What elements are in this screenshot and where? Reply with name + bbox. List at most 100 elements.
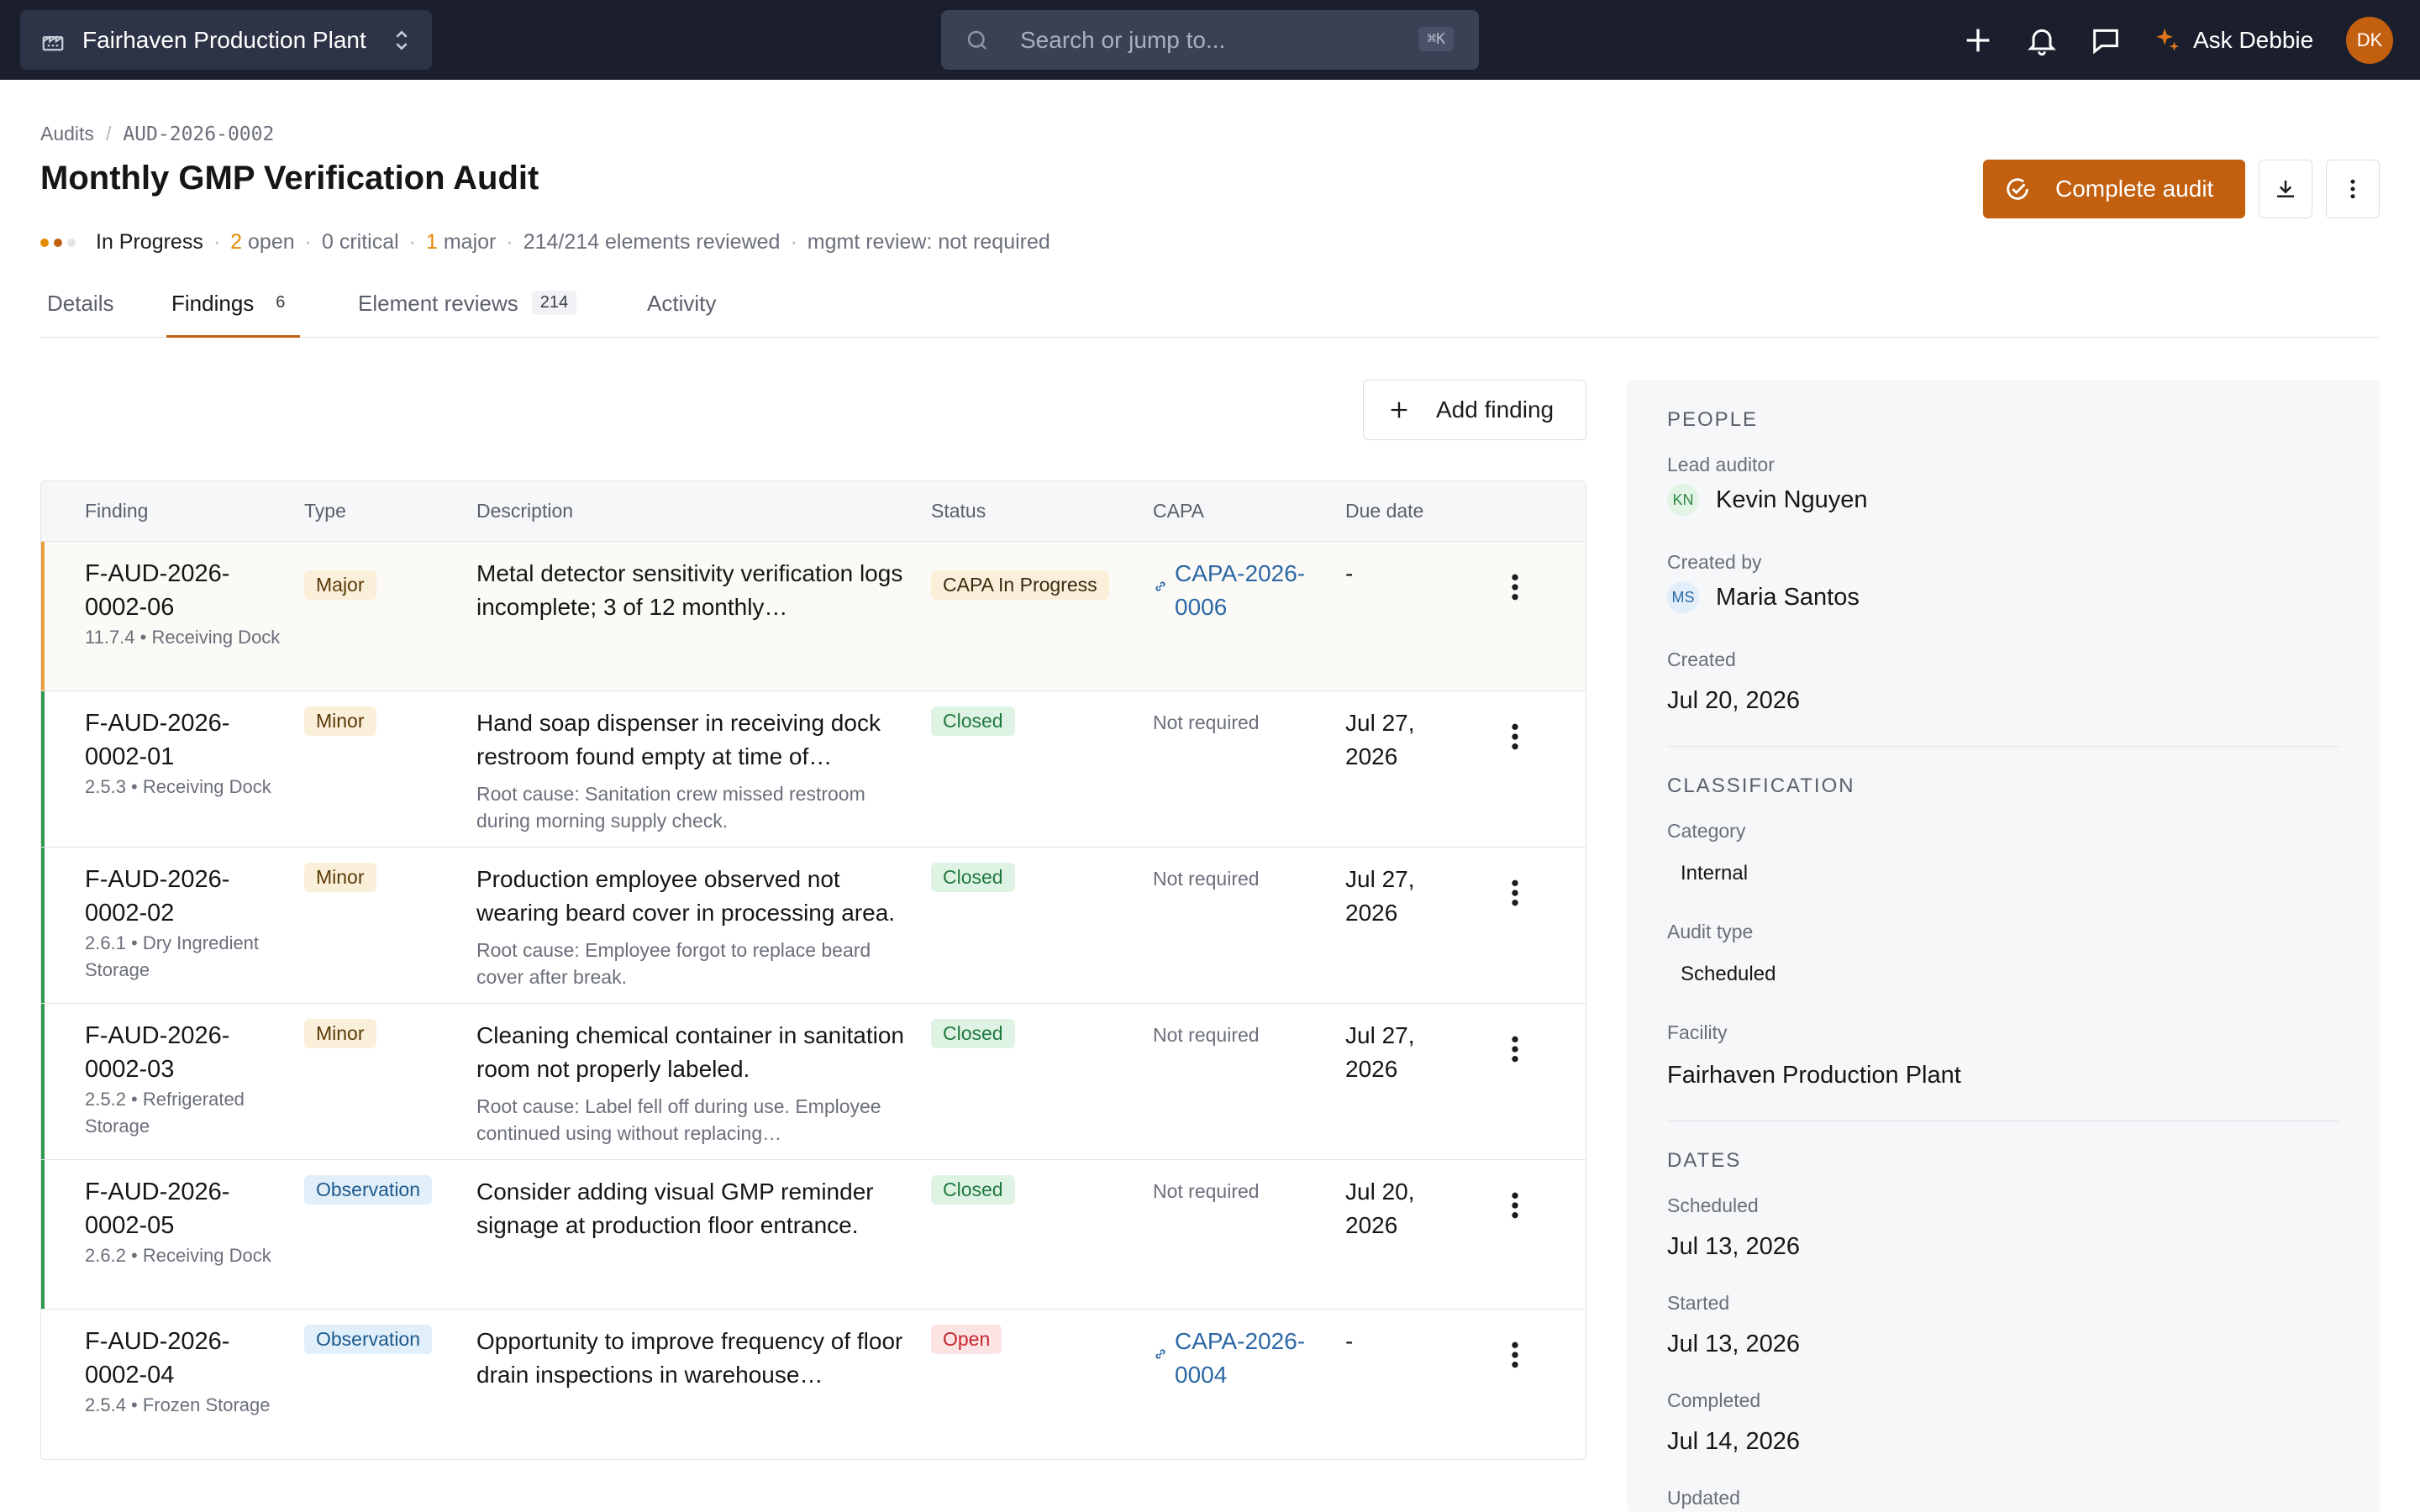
finding-location: 11.7.4 • Receiving Dock xyxy=(85,627,281,648)
scheduled-label: Scheduled xyxy=(1667,1194,1759,1216)
add-finding-button[interactable]: Add finding xyxy=(1363,380,1586,440)
table-row[interactable]: F-AUD-2026-0002-05 2.6.2 • Receiving Doc… xyxy=(41,1160,1586,1310)
major-label: major xyxy=(443,230,497,254)
major-count: 1 xyxy=(426,230,438,254)
finding-id[interactable]: F-AUD-2026-0002-05 xyxy=(85,1175,287,1242)
row-menu-icon[interactable] xyxy=(1503,876,1527,910)
facility-value: Fairhaven Production Plant xyxy=(1667,1062,1961,1089)
row-accent xyxy=(41,542,45,690)
row-accent xyxy=(41,1004,45,1159)
complete-audit-button[interactable]: Complete audit xyxy=(1983,160,2245,218)
created-by-label: Created by xyxy=(1667,551,1762,573)
col-type[interactable]: Type xyxy=(304,500,346,522)
facility-name: Fairhaven Production Plant xyxy=(82,26,366,53)
table-row[interactable]: F-AUD-2026-0002-02 2.6.1 • Dry Ingredien… xyxy=(41,848,1586,1004)
progress-dots-icon xyxy=(40,238,81,247)
type-badge: Observation xyxy=(304,1175,433,1205)
created-label: Created xyxy=(1667,648,1736,670)
tab-count: 214 xyxy=(531,291,577,315)
row-menu-icon[interactable] xyxy=(1503,720,1527,753)
capa-link[interactable]: CAPA-2026-0006 xyxy=(1153,557,1321,624)
table-row[interactable]: F-AUD-2026-0002-03 2.5.2 • Refrigerated … xyxy=(41,1004,1586,1160)
finding-location: 2.5.2 • Refrigerated Storage xyxy=(85,1089,245,1137)
tab-findings[interactable]: Findings 6 xyxy=(166,286,301,338)
tab-label: Findings xyxy=(171,291,255,316)
link-icon xyxy=(1155,1349,1165,1359)
completed-label: Completed xyxy=(1667,1389,1761,1411)
finding-id[interactable]: F-AUD-2026-0002-02 xyxy=(85,863,287,930)
capa-value: Not required xyxy=(1153,1024,1260,1046)
audit-type-value: Scheduled xyxy=(1681,963,1776,985)
table-row[interactable]: F-AUD-2026-0002-06 11.7.4 • Receiving Do… xyxy=(41,542,1586,691)
classification-heading: CLASSIFICATION xyxy=(1667,774,1855,797)
table-row[interactable]: F-AUD-2026-0002-04 2.5.4 • Frozen Storag… xyxy=(41,1310,1586,1459)
due-date: - xyxy=(1345,1328,1354,1354)
table-row[interactable]: F-AUD-2026-0002-01 2.5.3 • Receiving Doc… xyxy=(41,691,1586,848)
tab-activity[interactable]: Activity xyxy=(647,286,716,338)
row-menu-icon[interactable] xyxy=(1503,1032,1527,1066)
facility-switcher[interactable]: Fairhaven Production Plant xyxy=(20,10,432,70)
check-circle-icon xyxy=(2007,178,2028,200)
due-date: - xyxy=(1345,560,1354,586)
capa-value: Not required xyxy=(1153,868,1260,890)
updated-label: Updated xyxy=(1667,1487,1740,1509)
col-description[interactable]: Description xyxy=(476,500,573,522)
row-accent xyxy=(41,691,45,847)
category-label: Category xyxy=(1667,820,1746,842)
chat-icon[interactable] xyxy=(2089,24,2123,57)
status-badge: Closed xyxy=(931,1175,1015,1205)
top-bar: Fairhaven Production Plant Search or jum… xyxy=(0,0,2420,80)
col-status[interactable]: Status xyxy=(931,500,986,522)
add-finding-label: Add finding xyxy=(1436,396,1555,423)
status-badge: Closed xyxy=(931,706,1015,736)
audit-type-label: Audit type xyxy=(1667,921,1754,942)
more-actions-button[interactable] xyxy=(2326,160,2380,218)
finding-id[interactable]: F-AUD-2026-0002-04 xyxy=(85,1325,287,1392)
type-badge: Minor xyxy=(304,1019,376,1048)
row-menu-icon[interactable] xyxy=(1503,570,1527,604)
finding-location: 2.6.1 • Dry Ingredient Storage xyxy=(85,932,260,980)
breadcrumb-separator: / xyxy=(105,123,112,144)
search-input[interactable]: Search or jump to... ⌘K xyxy=(941,10,1479,70)
building-icon xyxy=(42,34,64,50)
col-finding[interactable]: Finding xyxy=(85,500,148,522)
finding-description: Consider adding visual GMP reminder sign… xyxy=(476,1179,874,1238)
finding-description: Hand soap dispenser in receiving dock re… xyxy=(476,710,881,769)
row-menu-icon[interactable] xyxy=(1503,1338,1527,1372)
critical-count: 0 critical xyxy=(321,230,399,254)
due-date: Jul 20, 2026 xyxy=(1345,1179,1415,1238)
finding-id[interactable]: F-AUD-2026-0002-06 xyxy=(85,557,287,624)
complete-audit-label: Complete audit xyxy=(2055,176,2214,202)
download-button[interactable] xyxy=(2259,160,2312,218)
finding-id[interactable]: F-AUD-2026-0002-03 xyxy=(85,1019,287,1086)
tab-element-reviews[interactable]: Element reviews 214 xyxy=(358,286,577,338)
tab-details[interactable]: Details xyxy=(47,286,113,338)
dates-heading: DATES xyxy=(1667,1149,1742,1172)
table-header: Finding Type Description Status CAPA Due… xyxy=(41,481,1586,542)
finding-id[interactable]: F-AUD-2026-0002-01 xyxy=(85,706,287,774)
row-menu-icon[interactable] xyxy=(1503,1189,1527,1222)
sparkle-icon xyxy=(2156,28,2180,51)
bell-icon[interactable] xyxy=(2025,24,2059,57)
tab-label: Element reviews xyxy=(358,291,518,316)
due-date: Jul 27, 2026 xyxy=(1345,866,1415,926)
facility-label: Facility xyxy=(1667,1021,1728,1043)
finding-location: 2.6.2 • Receiving Dock xyxy=(85,1245,271,1266)
col-capa[interactable]: CAPA xyxy=(1153,500,1204,522)
search-shortcut: ⌘K xyxy=(1418,27,1454,51)
avatar: KN xyxy=(1667,484,1699,516)
finding-location: 2.5.3 • Receiving Dock xyxy=(85,776,271,797)
avatar: MS xyxy=(1667,581,1699,613)
breadcrumb-audits[interactable]: Audits xyxy=(40,123,94,145)
plus-icon[interactable] xyxy=(1961,24,1995,57)
ask-debbie-button[interactable]: Ask Debbie xyxy=(2153,24,2313,57)
tab-label: Activity xyxy=(647,291,717,316)
open-count: 2 xyxy=(230,230,243,254)
status-badge: Open xyxy=(931,1325,1002,1354)
col-due-date[interactable]: Due date xyxy=(1345,500,1423,522)
capa-link[interactable]: CAPA-2026-0004 xyxy=(1153,1325,1321,1392)
user-avatar[interactable]: DK xyxy=(2346,17,2393,64)
type-badge: Minor xyxy=(304,863,376,892)
link-icon xyxy=(1155,581,1165,591)
elements-reviewed: 214/214 elements reviewed xyxy=(523,230,781,254)
